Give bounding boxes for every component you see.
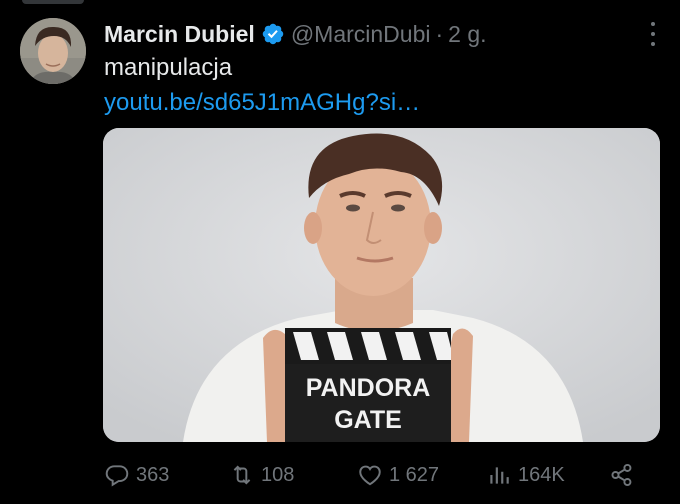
reply-icon [105,465,129,487]
tweet-text: manipulacja [104,54,233,81]
views-button[interactable]: 164K [486,458,565,492]
like-count: 1 627 [389,463,440,486]
share-icon [611,463,632,487]
reply-count: 363 [136,463,170,486]
like-button[interactable]: 1 627 [357,458,439,492]
reply-button[interactable]: 363 [104,458,169,492]
verified-badge-icon [262,23,284,45]
display-name[interactable]: Marcin Dubiel [104,21,255,48]
thread-line [22,0,84,4]
retweet-icon [233,465,251,485]
clapper-line-1: PANDORA [306,374,431,402]
tweet-header: Marcin Dubiel @MarcinDubi · 2 g. [104,17,660,51]
handle[interactable]: @MarcinDubi [291,21,431,48]
share-button[interactable] [609,458,641,492]
timestamp[interactable]: 2 g. [448,21,486,48]
media-image[interactable]: PANDORA GATE [103,128,660,442]
clapper-line-2: GATE [334,406,402,434]
avatar[interactable] [20,18,86,84]
retweet-count: 108 [261,463,295,486]
more-icon[interactable] [650,22,656,46]
retweet-button[interactable]: 108 [229,458,294,492]
separator: · [435,20,444,47]
views-icon [490,467,509,484]
action-bar: 363 108 1 627 164K [104,458,644,492]
views-count: 164K [518,463,565,486]
tweet-link[interactable]: youtu.be/sd65J1mAGHg?si… [104,89,420,117]
like-icon [359,465,381,486]
